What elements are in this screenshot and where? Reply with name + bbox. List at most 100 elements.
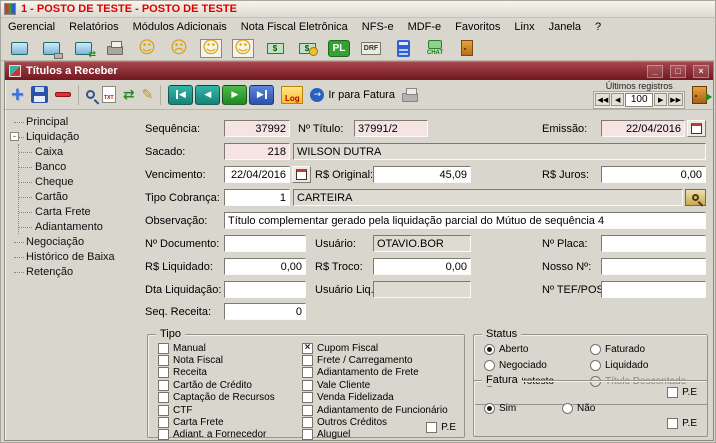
exit-app-button[interactable] [454, 37, 480, 59]
print-screen-button[interactable] [38, 37, 64, 59]
happy-face-boxed-button[interactable]: ☺ [198, 37, 224, 59]
pl-button[interactable]: PL [326, 37, 352, 59]
chat-button[interactable]: CHAT [422, 37, 448, 59]
dta-liquidacao-field[interactable] [224, 281, 306, 298]
transfer-button[interactable]: ⇄ [70, 37, 96, 60]
tipo-option-ctf[interactable]: CTF [158, 404, 275, 416]
tipo-option-nota-fiscal[interactable]: Nota Fiscal [158, 354, 275, 367]
rs-juros-field[interactable]: 0,00 [601, 166, 706, 183]
export-grid-button[interactable]: ⇄ [123, 87, 135, 103]
menu-linx[interactable]: Linx [507, 19, 541, 35]
pager-prev-button[interactable]: ◀ [611, 93, 625, 106]
records-count-field[interactable]: 100 [625, 92, 654, 107]
tipo-option-captacao-recursos[interactable]: Captação de Recursos [158, 392, 275, 404]
tipo-cobranca-lookup-button[interactable] [685, 189, 706, 206]
menu-help[interactable]: ? [588, 19, 608, 35]
first-record-button[interactable]: ◀ [168, 84, 194, 105]
nosso-n-field[interactable] [601, 258, 706, 275]
tipo-option-adiant-fornecedor[interactable]: Adiant. a Fornecedor [158, 429, 275, 441]
pager-next-button[interactable]: ▶ [654, 93, 668, 106]
tipo-option-frete-carregamento[interactable]: Frete / Carregamento [302, 354, 448, 367]
observacao-field[interactable]: Título complementar gerado pela liquidaç… [224, 212, 706, 229]
menu-gerencial[interactable]: Gerencial [1, 19, 62, 35]
fatura-pe-checkbox[interactable]: P.E [667, 418, 697, 430]
tree-item-cheque[interactable]: Cheque [19, 174, 142, 189]
fatura-option-nao[interactable]: Não [562, 402, 595, 415]
print-record-button[interactable] [401, 87, 418, 102]
tree-item-historico-de-baixa[interactable]: Histórico de Baixa [10, 249, 142, 264]
sequencia-field[interactable]: 37992 [224, 120, 290, 137]
tree-item-retencao[interactable]: Retenção [10, 264, 142, 279]
money-in-button[interactable]: $ [262, 37, 288, 59]
add-record-button[interactable]: + [11, 83, 24, 105]
export-txt-button[interactable]: TXT [101, 86, 116, 103]
tipo-option-venda-fidelizada[interactable]: Venda Fidelizada [302, 392, 448, 404]
tipo-pe-checkbox[interactable]: P.E [426, 421, 456, 433]
menu-modulos-adicionais[interactable]: Módulos Adicionais [126, 19, 234, 35]
menu-nota-fiscal-eletronica[interactable]: Nota Fiscal Eletrônica [234, 19, 355, 35]
tree-item-principal[interactable]: Principal [10, 114, 142, 129]
collapse-icon[interactable] [10, 132, 19, 141]
log-button[interactable]: Log [281, 85, 304, 104]
last-record-button[interactable]: ▶ [249, 84, 275, 105]
tree-item-adiantamento[interactable]: Adiantamento [19, 219, 142, 234]
next-record-button[interactable]: ▶ [222, 84, 248, 105]
exit-window-button[interactable] [692, 85, 712, 104]
tipo-option-cupom-fiscal[interactable]: Cupom Fiscal [302, 342, 448, 354]
tree-item-banco[interactable]: Banco [19, 159, 142, 174]
rs-original-field[interactable]: 45,09 [373, 166, 471, 183]
maximize-button[interactable]: □ [670, 64, 686, 78]
pager-last-button[interactable]: ▶▶ [668, 93, 683, 106]
tree-item-liquidacao[interactable]: Liquidação [10, 129, 142, 144]
tipo-option-manual[interactable]: Manual [158, 342, 275, 354]
drf-button[interactable]: DRF [358, 37, 384, 59]
go-to-fatura[interactable]: → Ir para Fatura [310, 87, 395, 102]
status-option-liquidado[interactable]: Liquidado [590, 359, 686, 372]
menu-relatorios[interactable]: Relatórios [62, 19, 126, 35]
tipo-option-cartao-credito[interactable]: Cartão de Crédito [158, 379, 275, 391]
status-option-negociado[interactable]: Negociado [484, 359, 554, 372]
menu-janela[interactable]: Janela [542, 19, 588, 35]
rs-troco-field[interactable]: 0,00 [373, 258, 471, 275]
sad-face-button[interactable]: ☹ [166, 37, 192, 59]
tipo-option-vale-cliente[interactable]: Vale Cliente [302, 379, 448, 391]
n-tef-pos-field[interactable] [601, 281, 706, 298]
save-button[interactable] [30, 86, 48, 103]
n-documento-field[interactable] [224, 235, 306, 252]
menu-nfse[interactable]: NFS-e [355, 19, 401, 35]
sacado-code-field[interactable]: 218 [224, 143, 290, 160]
pager-first-button[interactable]: ◀◀ [595, 93, 611, 106]
calculator-button[interactable] [390, 37, 416, 59]
tipo-option-carta-frete[interactable]: Carta Frete [158, 416, 275, 429]
menu-mdfe[interactable]: MDF-e [401, 19, 449, 35]
tipo-option-adiantamento-frete[interactable]: Adiantamento de Frete [302, 367, 448, 379]
tipo-cobranca-code-field[interactable]: 1 [224, 189, 290, 206]
money-out-button[interactable]: $ [294, 37, 320, 59]
fatura-option-sim[interactable]: Sim [484, 402, 516, 415]
tree-item-carta-frete[interactable]: Carta Frete [19, 204, 142, 219]
happy-face-boxed2-button[interactable]: ☺ [230, 37, 256, 59]
tree-item-cartao[interactable]: Cartão [19, 189, 142, 204]
close-button[interactable]: × [693, 64, 709, 78]
edit-button[interactable]: ✎ [142, 87, 154, 103]
emissao-calendar-button[interactable] [687, 120, 706, 137]
menu-favoritos[interactable]: Favoritos [448, 19, 507, 35]
vencimento-field[interactable]: 22/04/2016 [224, 166, 290, 183]
tipo-option-receita[interactable]: Receita [158, 367, 275, 379]
status-option-faturado[interactable]: Faturado [590, 343, 686, 356]
emissao-field[interactable]: 22/04/2016 [601, 120, 685, 137]
previous-record-button[interactable]: ◀ [195, 84, 221, 105]
tree-item-caixa[interactable]: Caixa [19, 144, 142, 159]
search-button[interactable] [85, 90, 95, 99]
tree-item-negociacao[interactable]: Negociação [10, 234, 142, 249]
rs-liquidado-field[interactable]: 0,00 [224, 258, 306, 275]
pos-terminal-button[interactable] [6, 37, 32, 59]
n-placa-field[interactable] [601, 235, 706, 252]
status-option-aberto[interactable]: Aberto [484, 343, 554, 356]
vencimento-calendar-button[interactable] [292, 166, 311, 183]
seq-receita-field[interactable]: 0 [224, 303, 306, 320]
n-titulo-field[interactable]: 37991/2 [354, 120, 428, 137]
print-button[interactable] [102, 37, 128, 59]
tipo-option-adiantamento-funcionario[interactable]: Adiantamento de Funcionário [302, 404, 448, 416]
minimize-button[interactable]: _ [647, 64, 663, 78]
